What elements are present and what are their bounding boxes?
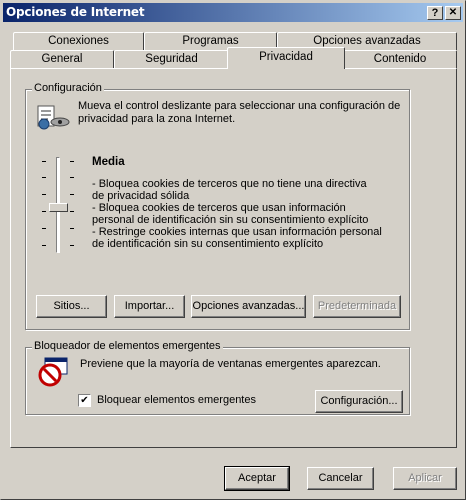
advanced-options-button[interactable]: Opciones avanzadas...: [191, 295, 306, 318]
slider-tick: [42, 245, 46, 246]
tab-conexiones[interactable]: Conexiones: [13, 32, 144, 50]
close-button[interactable]: ✕: [445, 6, 461, 20]
privacy-level-title: Media: [92, 156, 125, 168]
privacy-slider[interactable]: [42, 157, 82, 257]
block-popups-checkbox[interactable]: ✔: [78, 394, 91, 407]
slider-tick: [42, 177, 46, 178]
popup-blocker-group-label: Bloqueador de elementos emergentes: [32, 340, 223, 352]
slider-tick: [70, 228, 74, 229]
import-button[interactable]: Importar...: [114, 295, 185, 318]
intro-line-2: privacidad para la zona Internet.: [78, 113, 236, 125]
default-button[interactable]: Predeterminada: [313, 295, 401, 318]
slider-tick: [42, 194, 46, 195]
slider-tick: [70, 161, 74, 162]
privacy-settings-icon: [36, 104, 70, 134]
tab-general[interactable]: General: [10, 50, 114, 68]
slider-thumb[interactable]: [49, 203, 68, 212]
tab-privacidad[interactable]: Privacidad: [227, 47, 345, 69]
slider-tick: [42, 161, 46, 162]
level-description-line: de identificación sin su consentimiento …: [92, 238, 324, 250]
window-title: Opciones de Internet: [6, 5, 145, 19]
popup-description: Previene que la mayoría de ventanas emer…: [80, 358, 381, 370]
tab-contenido[interactable]: Contenido: [343, 50, 457, 68]
slider-tick: [42, 211, 46, 212]
internet-options-window: Opciones de Internet ? ✕ Conexiones Prog…: [0, 0, 466, 500]
tab-seguridad[interactable]: Seguridad: [114, 50, 229, 68]
title-bar[interactable]: Opciones de Internet ? ✕: [3, 3, 463, 22]
block-popups-label[interactable]: Bloquear elementos emergentes: [97, 394, 256, 407]
cancel-button[interactable]: Cancelar: [307, 467, 374, 490]
popup-blocker-icon: [37, 357, 69, 387]
configuration-group: Configuración Mueva el control deslizant…: [25, 82, 410, 330]
intro-line-1: Mueva el control deslizante para selecci…: [78, 100, 401, 112]
slider-tick: [70, 211, 74, 212]
slider-tick: [42, 228, 46, 229]
configuration-group-label: Configuración: [32, 82, 104, 94]
slider-tick: [70, 245, 74, 246]
slider-tick: [70, 177, 74, 178]
popup-blocker-group: Bloqueador de elementos emergentes Previ…: [25, 340, 410, 415]
check-icon: ✔: [80, 395, 89, 406]
help-button[interactable]: ?: [427, 6, 443, 20]
tab-panel-privacidad: Configuración Mueva el control deslizant…: [10, 68, 457, 448]
popup-settings-button[interactable]: Configuración...: [315, 390, 403, 413]
slider-tick: [70, 194, 74, 195]
accept-button[interactable]: Aceptar: [224, 466, 290, 491]
apply-button[interactable]: Aplicar: [393, 467, 457, 490]
sites-button[interactable]: Sitios...: [36, 295, 107, 318]
